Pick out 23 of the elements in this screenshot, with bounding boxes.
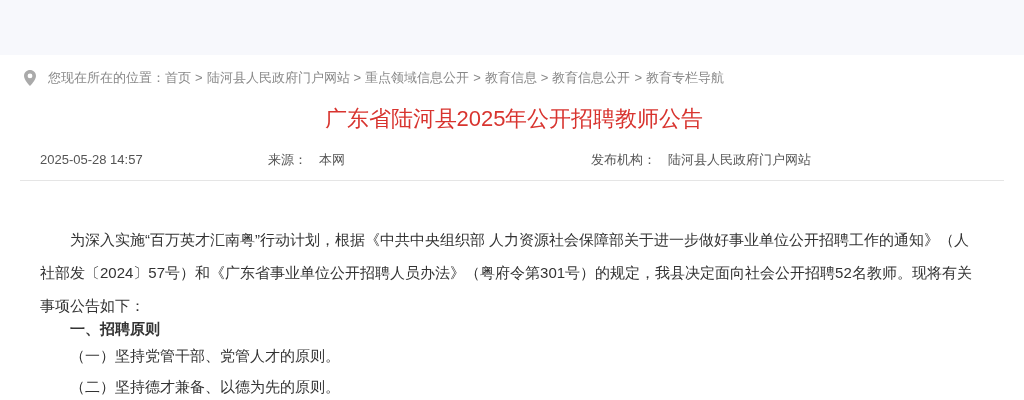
breadcrumb-separator: > (540, 69, 549, 88)
breadcrumb-link[interactable]: 重点领域信息公开 (365, 68, 470, 88)
breadcrumb-separator: > (473, 69, 481, 88)
breadcrumb-separator: > (353, 69, 362, 88)
source-value: 本网 (319, 150, 346, 169)
breadcrumb-link[interactable]: 教育专栏导航 (645, 68, 724, 88)
publisher-value: 陆河县人民政府门户网站 (668, 150, 811, 169)
source-label: 来源： (268, 150, 307, 169)
breadcrumb-label: 您现在所在的位置： (48, 69, 165, 88)
breadcrumb-separator: > (195, 69, 203, 88)
breadcrumb-link[interactable]: 教育信息公开 (552, 68, 631, 88)
breadcrumb-link[interactable]: 教育信息 (484, 68, 537, 88)
breadcrumb-link[interactable]: 首页 (165, 68, 191, 88)
section-heading: 一、招聘原则 (69, 319, 161, 339)
location-pin-icon (24, 70, 36, 86)
publisher-label: 发布机构： (591, 150, 656, 169)
body-paragraph: 为深入实施“百万英才汇南粤”行动计划，根据《中共中央组织部 人力资源社会保障部关于进一步做好事业单位公开招聘工作的通知》（人社部发〔2024〕57号）和《广东省事业单位公开招聘人员办法》（粤府令第301号）的规定，我县决定面向社会公开招聘52名教师。现将有关事项公告如下： (40, 230, 973, 316)
list-item-text: （二）坚持德才兼备、以德为先的原则。 (69, 377, 341, 397)
publish-date: 2025-05-28 14:57 (40, 150, 144, 169)
breadcrumb-separator: > (634, 69, 642, 88)
article-title: 广东省陆河县2025年公开招聘教师公告 (323, 105, 705, 133)
breadcrumb-link[interactable]: 陆河县人民政府门户网站 (206, 68, 350, 88)
list-item-text: （一）坚持党管干部、党管人才的原则。 (69, 346, 341, 366)
